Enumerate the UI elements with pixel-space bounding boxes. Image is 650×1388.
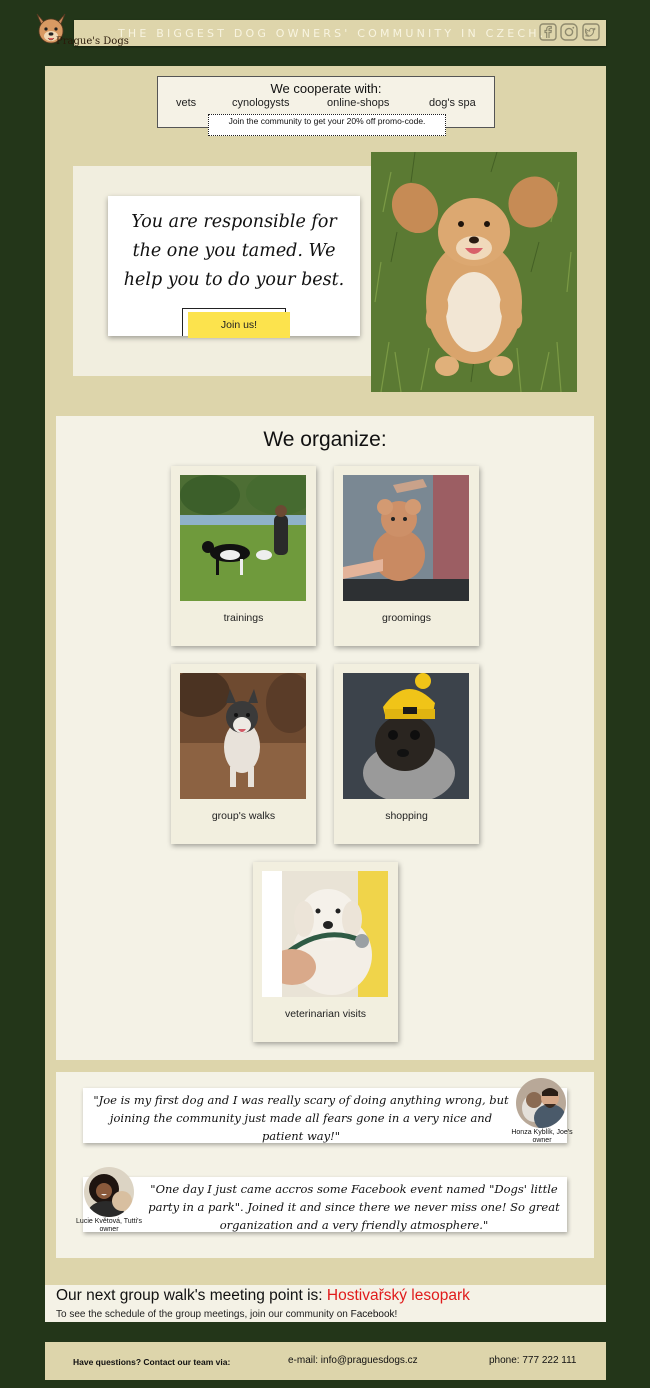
service-label: shopping — [385, 810, 428, 822]
testimonial-card: "Joe is my first dog and I was really sc… — [83, 1088, 567, 1143]
meeting-section: Our next group walk's meeting point is: … — [45, 1285, 606, 1322]
service-label: trainings — [223, 612, 264, 624]
hero-dog-photo — [371, 152, 577, 392]
avatar — [516, 1078, 566, 1128]
site-header: The biggest dog owners' community in Cze… — [32, 8, 606, 52]
logo[interactable]: Prague's Dogs — [32, 8, 129, 52]
organize-title: We organize: — [263, 428, 387, 451]
footer-email[interactable]: e-mail: info@praguesdogs.cz — [288, 1355, 418, 1366]
testimonial-author: Lucie Květová, Tutti's owner — [76, 1218, 142, 1233]
service-card-trainings[interactable]: trainings — [171, 466, 316, 646]
shopping-photo — [343, 673, 469, 799]
cooperation-title: We cooperate with: — [270, 81, 382, 96]
link-vets[interactable]: vets — [176, 97, 196, 109]
group-walks-photo — [180, 673, 306, 799]
link-online-shops[interactable]: online-shops — [327, 97, 389, 109]
facebook-icon[interactable] — [539, 23, 557, 41]
testimonial-quote: "Joe is my first dog and I was really sc… — [93, 1093, 509, 1143]
footer-phone[interactable]: phone: 777 222 111 — [489, 1355, 577, 1366]
link-cynologysts[interactable]: cynologysts — [232, 97, 289, 109]
hero-card: You are responsible for the one you tame… — [108, 196, 360, 338]
facebook-link[interactable]: Facebook — [351, 1309, 395, 1320]
logo-text: Prague's Dogs — [56, 36, 129, 47]
instagram-icon[interactable] — [560, 23, 578, 41]
testimonials-section: "Joe is my first dog and I was really sc… — [56, 1072, 594, 1258]
avatar — [84, 1167, 134, 1217]
tagline: The biggest dog owners' community in Cze… — [118, 27, 547, 40]
testimonial-card: "One day I just came accros some Faceboo… — [83, 1177, 567, 1232]
testimonial-author: Honza Kyblík, Joe's owner — [511, 1129, 573, 1144]
service-label: groomings — [381, 612, 432, 624]
service-card-groomings[interactable]: groomings — [334, 466, 479, 646]
link-dogs-spa[interactable]: dog's spa — [429, 97, 476, 109]
meeting-prefix: Our next group walk's meeting point is: — [56, 1287, 327, 1304]
twitter-icon[interactable] — [582, 23, 600, 41]
testimonial-quote: "One day I just came accros some Faceboo… — [148, 1182, 560, 1232]
meeting-sub-prefix: To see the schedule of the group meeting… — [56, 1309, 351, 1320]
veterinarian-visits-photo — [262, 871, 388, 997]
meeting-headline: Our next group walk's meeting point is: … — [56, 1287, 470, 1305]
service-label: veterinarian visits — [284, 1008, 367, 1020]
service-card-veterinarian-visits[interactable]: veterinarian visits — [253, 862, 398, 1042]
service-label: group's walks — [211, 810, 276, 822]
meeting-place[interactable]: Hostivařský lesopark — [327, 1287, 470, 1304]
service-card-group-walks[interactable]: group's walks — [171, 664, 316, 844]
meeting-subtext: To see the schedule of the group meeting… — [56, 1309, 397, 1320]
promo-banner[interactable]: Join the community to get your 20% off p… — [208, 114, 446, 136]
organize-section: We organize: trainings groomings group's… — [56, 416, 594, 1060]
hero-quote: You are responsible for the one you tame… — [123, 212, 345, 290]
service-card-shopping[interactable]: shopping — [334, 664, 479, 844]
main-panel: We cooperate with: vets cynologysts onli… — [45, 66, 606, 1322]
trainings-photo — [180, 475, 306, 601]
groomings-photo — [343, 475, 469, 601]
tagline-bar: The biggest dog owners' community in Cze… — [74, 20, 606, 46]
meeting-sub-suffix: ! — [394, 1309, 398, 1320]
join-us-button[interactable]: Join us! — [188, 312, 290, 338]
footer-contact: Have questions? Contact our team via: — [73, 1357, 231, 1367]
site-footer: Have questions? Contact our team via: e-… — [45, 1342, 606, 1380]
